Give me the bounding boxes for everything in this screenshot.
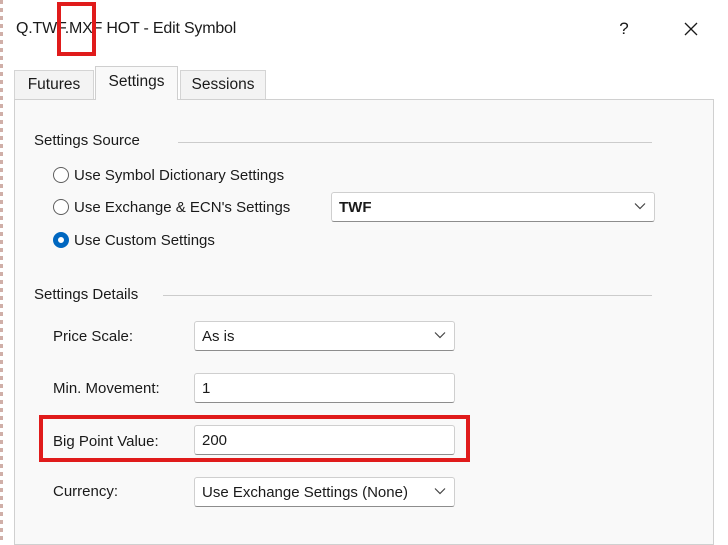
window-title: Q.TWF.MXF HOT - Edit Symbol (16, 20, 237, 37)
radio-label: Use Symbol Dictionary Settings (74, 166, 285, 184)
radio-custom-settings[interactable]: Use Custom Settings (53, 229, 215, 251)
price-scale-label: Price Scale: (53, 328, 134, 345)
tab-label: Settings (108, 73, 165, 90)
currency-select[interactable]: Use Exchange Settings (None) (194, 477, 455, 507)
exchange-select[interactable]: TWF (331, 192, 655, 222)
settings-source-group-label: Settings Source (34, 132, 140, 149)
close-button[interactable] (675, 14, 707, 44)
radio-exchange-ecn[interactable]: Use Exchange & ECN's Settings (53, 196, 290, 218)
background-window-edge (0, 0, 3, 544)
price-scale-value: As is (202, 328, 235, 345)
radio-label: Use Custom Settings (74, 231, 215, 249)
tab-label: Futures (27, 76, 81, 93)
radio-symbol-dictionary[interactable]: Use Symbol Dictionary Settings (53, 164, 284, 186)
close-icon (684, 22, 698, 36)
tab-sessions[interactable]: Sessions (180, 70, 266, 99)
title-bar: Q.TWF.MXF HOT - Edit Symbol ? (3, 0, 728, 58)
settings-details-group-label: Settings Details (34, 286, 139, 303)
chevron-down-icon (434, 332, 446, 339)
min-movement-input[interactable]: 1 (194, 373, 455, 403)
chevron-down-icon (634, 203, 646, 210)
tab-settings[interactable]: Settings (95, 66, 178, 100)
chevron-down-icon (434, 488, 446, 495)
help-button[interactable]: ? (609, 14, 639, 44)
currency-value: Use Exchange Settings (None) (202, 484, 408, 501)
radio-button[interactable] (53, 167, 69, 183)
exchange-select-value: TWF (339, 199, 372, 216)
tab-futures[interactable]: Futures (14, 70, 94, 99)
big-point-value-highlight-box (39, 415, 470, 462)
group-divider (178, 142, 652, 143)
min-movement-label: Min. Movement: (53, 380, 160, 397)
price-scale-select[interactable]: As is (194, 321, 455, 351)
group-divider (163, 295, 652, 296)
radio-button[interactable] (53, 199, 69, 215)
currency-label: Currency: (53, 483, 119, 500)
title-highlight-box (57, 2, 96, 56)
radio-label: Use Exchange & ECN's Settings (74, 198, 291, 216)
min-movement-value: 1 (202, 380, 211, 397)
radio-button-selected[interactable] (53, 232, 69, 248)
tab-label: Sessions (191, 76, 255, 93)
help-icon: ? (619, 19, 629, 38)
